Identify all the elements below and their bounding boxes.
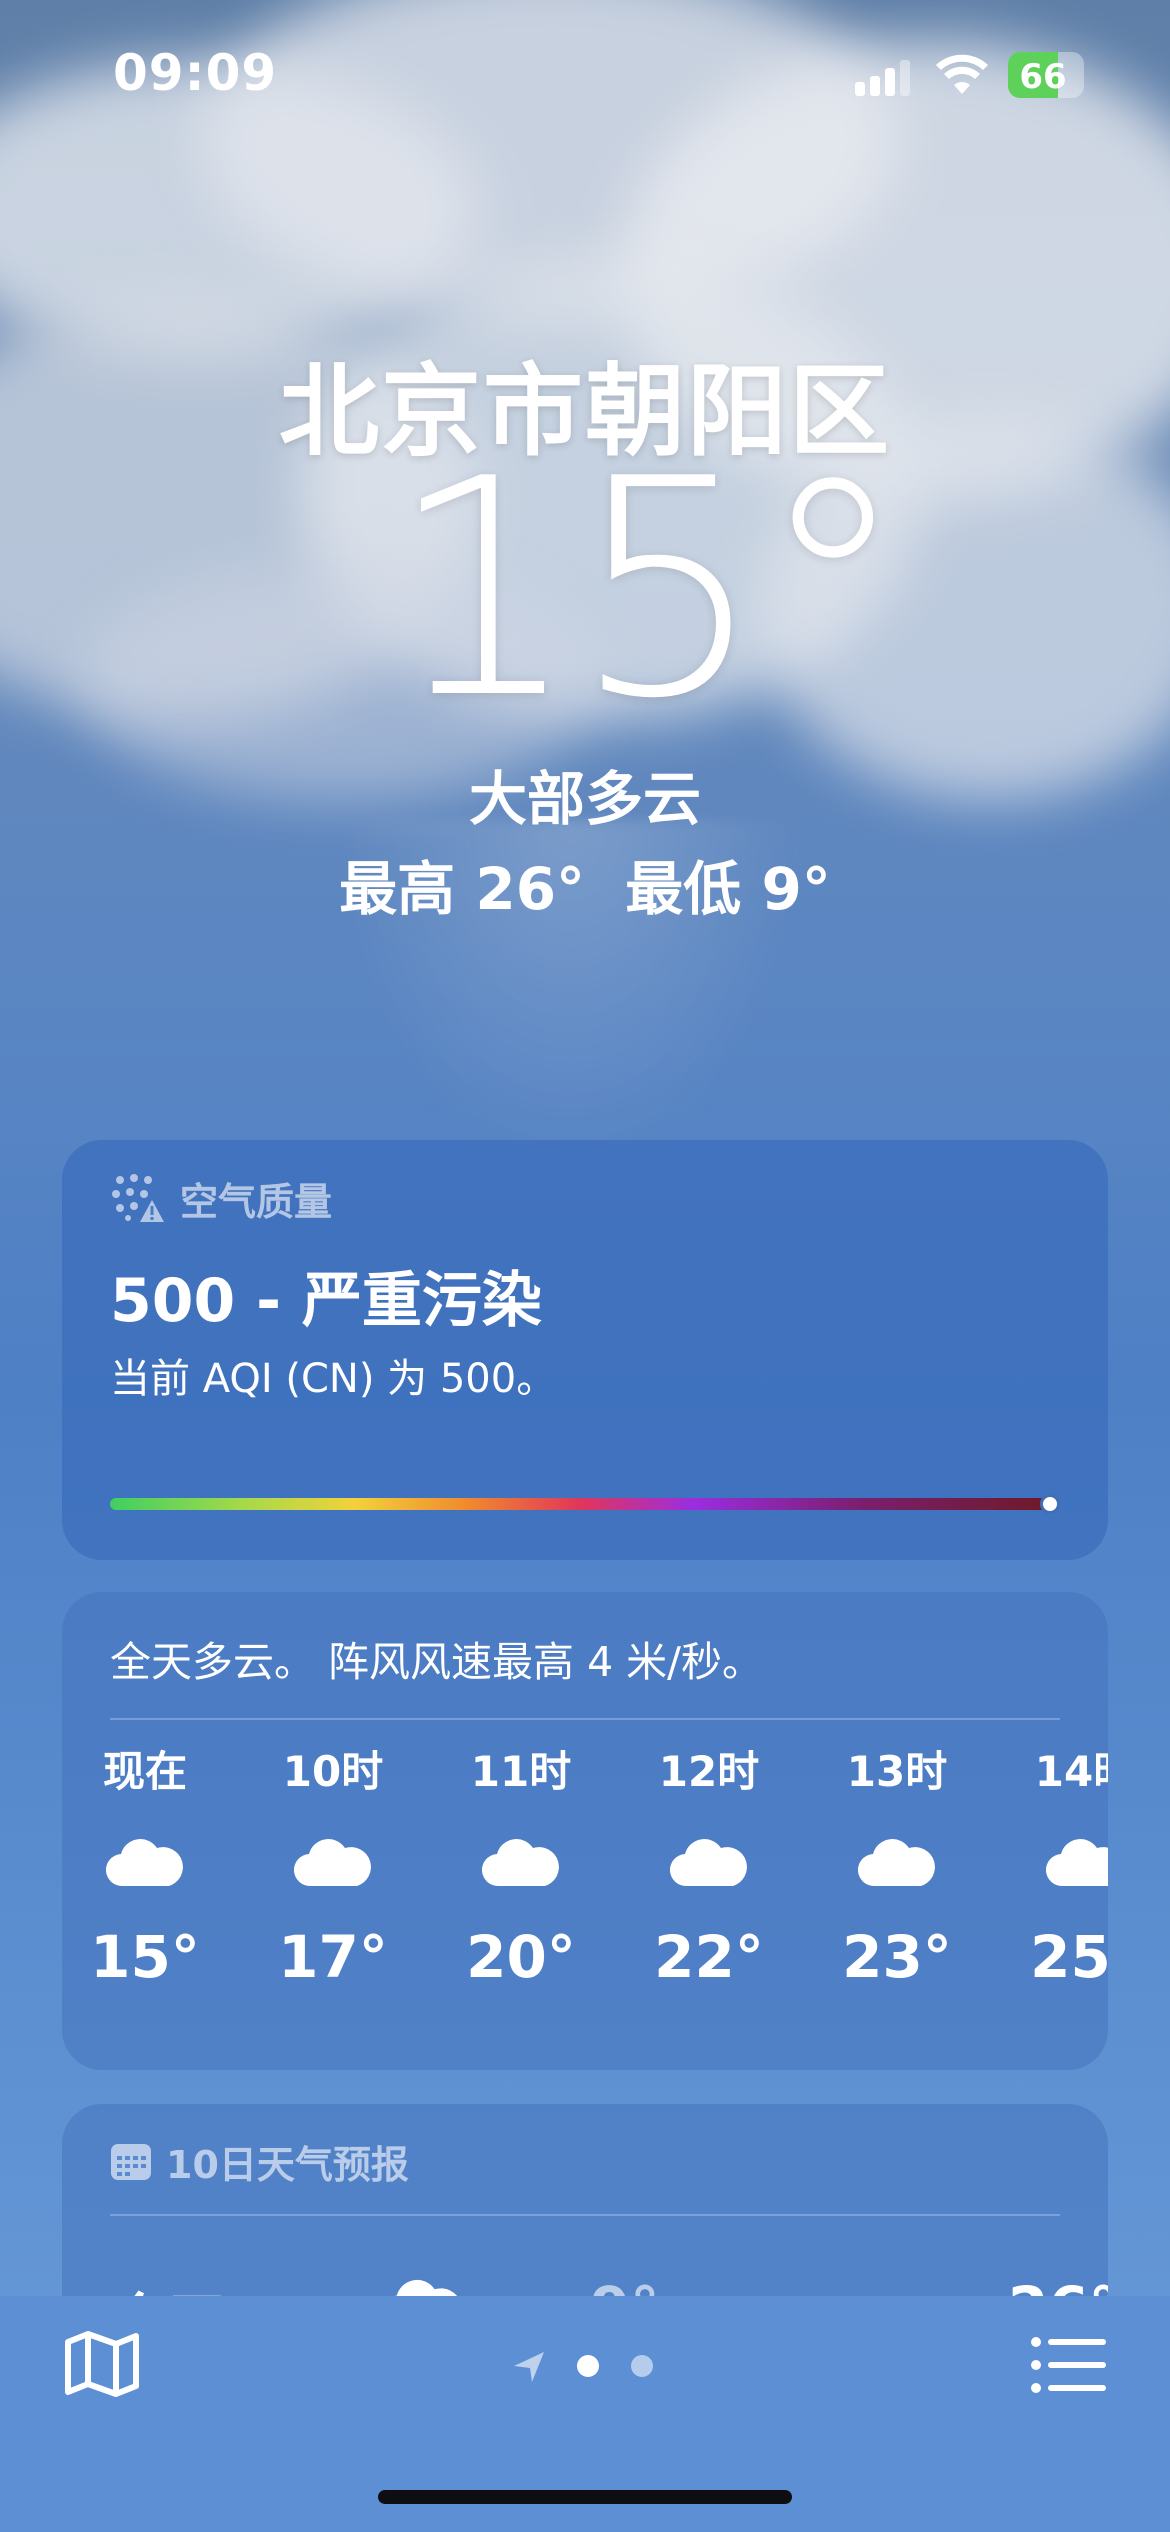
high-low: 最高 26° 最低 9° [0,842,1170,926]
hour-temp: 23° [842,1923,952,1991]
hour-temp: 15° [90,1923,200,1991]
aqi-value: 500 - 严重污染 [110,1266,542,1336]
ten-day-header: 10日天气预报 [110,2134,409,2189]
hour-item: 10时 17° [258,1742,408,1992]
status-time: 09:09 [113,44,278,102]
hour-item: 11时 20° [446,1742,596,1992]
condition-text: 大部多云 [468,765,701,833]
hour-label: 10时 [282,1747,384,1796]
status-bar: 09:09 66 [0,0,1170,150]
hour-temp: 17° [278,1923,388,1991]
location-arrow-icon [514,2352,544,2382]
low-temp: 最低 9° [625,855,831,923]
hour-temp: 22° [654,1923,764,1991]
battery-percent: 66 [1019,57,1067,97]
hourly-scroller[interactable]: 现在 15° 10时 17° 11时 20° 12时 22° 13时 23° 1… [62,1742,1108,2052]
air-quality-title: 空气质量 [180,1179,333,1224]
map-icon[interactable] [62,2328,142,2400]
hour-label: 现在 [102,1747,187,1796]
cloud-icon [1046,1839,1108,1887]
aqi-icon [112,1174,164,1222]
hourly-forecast-card[interactable]: 全天多云。 阵风风速最高 4 米/秒。 现在 15° 10时 17° 11时 2… [62,1592,1108,2070]
home-indicator[interactable] [378,2490,792,2504]
air-quality-header: 空气质量 [110,1170,332,1226]
hour-label: 13时 [846,1747,948,1796]
page-dot [631,2355,653,2377]
page-dot-active [577,2355,599,2377]
hour-label: 12时 [658,1747,760,1796]
aqi-level-indicator [1040,1494,1060,1514]
current-temperature: 15° [388,415,908,764]
divider [110,2214,1060,2216]
ten-day-title: 10日天气预报 [166,2143,409,2187]
hour-item: 现在 15° [70,1742,220,1992]
hour-temp: 25° [1030,1923,1108,1991]
cellular-signal-icon [855,56,915,96]
cloud-icon [669,1839,747,1887]
hour-item: 13时 23° [822,1742,972,1992]
cloud-icon [293,1839,371,1887]
battery-icon: 66 [1008,52,1084,98]
cloud-icon [481,1839,559,1887]
hour-item: 14时 25° [1010,1742,1108,1992]
page-indicator[interactable] [510,2344,670,2384]
aqi-description: 当前 AQI (CN) 为 500。 [110,1356,557,1402]
divider [110,1718,1060,1720]
aqi-scale-bar [110,1498,1050,1510]
air-quality-card[interactable]: 空气质量 500 - 严重污染 当前 AQI (CN) 为 500。 [62,1140,1108,1560]
cloud-icon [857,1839,935,1887]
hour-label: 11时 [470,1747,572,1796]
list-icon[interactable] [1030,2334,1108,2396]
calendar-icon [111,2143,151,2180]
hour-item: 12时 22° [634,1742,784,1992]
weather-screen: 09:09 66 北京市朝阳区 15° 大部多云 最高 26° 最低 9° 空气… [0,0,1170,2532]
high-temp: 最高 26° [339,855,586,923]
wifi-icon [936,54,988,94]
hourly-summary: 全天多云。 阵风风速最高 4 米/秒。 [110,1638,763,1686]
hour-temp: 20° [466,1923,576,1991]
cloud-icon [105,1839,183,1887]
hour-label: 14时 [1034,1747,1108,1796]
